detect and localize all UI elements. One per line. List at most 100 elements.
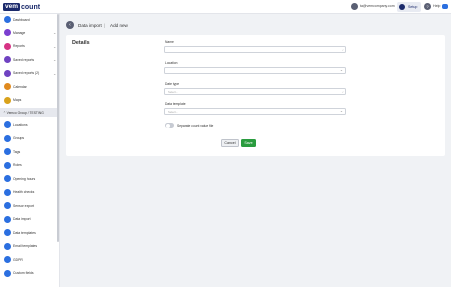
data-template-select[interactable]	[164, 107, 346, 115]
name-field[interactable]	[164, 45, 346, 53]
sidebar-item-label: Maps	[13, 98, 22, 102]
date-type-placeholder: Select...	[168, 89, 179, 94]
setup-icon	[399, 4, 405, 10]
user-email[interactable]: ta@vemcompany.com	[360, 4, 395, 8]
chevron-down-icon: ⌄	[53, 30, 57, 35]
sidebar-item-label: Reports	[13, 44, 25, 48]
sidebar-item-manage[interactable]: Manage ⌄	[0, 27, 58, 39]
sidebar-item-sensor-export[interactable]: Sensor export	[0, 200, 58, 212]
sidebar-item-label: Saved reports	[13, 57, 35, 62]
sidebar-item-tags[interactable]: Tags	[0, 146, 58, 158]
sidebar-item-label: Calendar	[13, 84, 27, 89]
location-label: Location	[165, 61, 178, 65]
help-icon[interactable]: ?	[424, 3, 431, 10]
logo-vem: vem	[3, 3, 21, 11]
template-icon	[4, 229, 11, 236]
section-title: Details	[72, 40, 90, 46]
sidebar-item-data-templates[interactable]: Data templates	[0, 227, 58, 239]
chevron-down-icon: ⌄	[53, 70, 57, 76]
back-button[interactable]: ‹	[66, 21, 74, 29]
chevron-down-icon: ⌄	[53, 57, 57, 62]
health-icon	[4, 188, 11, 196]
sidebar-item-groups[interactable]: Groups	[0, 133, 58, 145]
location-icon	[4, 121, 11, 128]
details-card: Details Name ⌟ Location ⌄ Date type Sele…	[66, 35, 445, 156]
tag-icon	[4, 148, 11, 155]
maps-icon	[4, 96, 11, 104]
breadcrumb-current[interactable]: Data import	[78, 23, 102, 28]
sidebar-item-roles[interactable]: Roles	[0, 160, 58, 172]
sidebar-scrollbar[interactable]	[57, 14, 59, 242]
sidebar-item-label: Health checks	[13, 190, 35, 194]
separate-count-toggle[interactable]	[165, 123, 174, 128]
sidebar-group-header[interactable]: ⌃ Vemco Group / TESTING	[0, 108, 58, 117]
sidebar-item-health-checks[interactable]: Health checks	[0, 187, 58, 199]
vemcount-logo[interactable]: vem count	[3, 2, 40, 12]
sidebar-item-label: Manage	[13, 30, 26, 35]
sidebar-item-dashboard[interactable]: Dashboard	[0, 14, 58, 26]
sidebar-item-label: Saved reports (2)	[13, 71, 40, 75]
saved-reports-icon	[4, 56, 11, 63]
separate-count-label: Separate count value file	[177, 123, 214, 128]
export-icon	[4, 202, 11, 209]
sidebar-item-label: Email templates	[13, 244, 38, 248]
sidebar-item-saved-reports[interactable]: Saved reports ⌄	[0, 54, 58, 66]
clock-icon	[4, 175, 11, 182]
page-title: Add new	[110, 23, 128, 28]
sidebar-item-label: Opening hours	[13, 176, 36, 181]
sidebar-item-maps[interactable]: Maps	[0, 95, 58, 107]
sidebar-item-email-templates[interactable]: Email templates	[0, 241, 58, 253]
sidebar-item-custom-fields[interactable]: Custom fields	[0, 268, 58, 280]
name-label: Name	[165, 40, 174, 44]
breadcrumb-separator: |	[104, 23, 106, 28]
sidebar-item-opening-hours[interactable]: Opening hours	[0, 173, 58, 185]
setup-button[interactable]: Setup	[397, 2, 421, 12]
sidebar-item-data-import[interactable]: Data import	[0, 214, 58, 226]
sidebar-item-saved-reports-2[interactable]: Saved reports (2) ⌄	[0, 68, 58, 80]
help-badge	[442, 4, 448, 9]
sidebar-item-label: Data import	[13, 217, 31, 221]
date-type-label: Date type	[165, 82, 180, 86]
top-bar: vem count ta@vemcompany.com Setup ? Help	[0, 0, 451, 14]
resize-corner-icon: ⌟	[342, 47, 344, 51]
sidebar-item-gdpr[interactable]: GDPR	[0, 254, 58, 266]
logo-count: count	[21, 3, 41, 11]
sidebar-item-calendar[interactable]: Calendar	[0, 81, 58, 93]
email-icon	[4, 242, 11, 250]
help-label[interactable]: Help	[433, 4, 440, 8]
sidebar-item-label: Custom fields	[13, 271, 34, 275]
data-template-label: Data template	[165, 102, 186, 106]
saved-reports-icon	[4, 69, 11, 77]
sidebar-item-label: Data templates	[13, 230, 36, 235]
resize-corner-icon: ⌟	[342, 88, 344, 93]
sidebar-group-label: ⌃ Vemco Group / TESTING	[3, 110, 44, 115]
sidebar: Dashboard Manage ⌄ Reports ⌄ Saved repor…	[0, 14, 60, 287]
roles-icon	[4, 161, 11, 169]
date-type-select[interactable]	[164, 87, 346, 95]
dashboard-icon	[4, 16, 11, 23]
setup-label: Setup	[408, 5, 418, 9]
cancel-button[interactable]: Cancel	[221, 139, 239, 147]
save-button[interactable]: Save	[241, 139, 256, 147]
import-icon	[4, 215, 11, 223]
sidebar-item-label: Roles	[13, 163, 22, 167]
sidebar-item-label: Sensor export	[13, 203, 35, 208]
location-select[interactable]	[164, 66, 346, 74]
sidebar-item-label: Tags	[13, 149, 21, 154]
shield-icon	[4, 256, 11, 263]
sidebar-item-reports[interactable]: Reports ⌄	[0, 41, 58, 53]
chevron-down-icon: ⌄	[53, 43, 57, 49]
user-avatar-icon[interactable]	[351, 3, 358, 10]
manage-icon	[4, 29, 11, 36]
groups-icon	[4, 134, 11, 142]
toggle-knob	[165, 123, 170, 128]
chevron-down-icon: ⌄	[340, 108, 344, 113]
sidebar-item-label: Dashboard	[13, 17, 30, 22]
fields-icon	[4, 269, 11, 277]
reports-icon	[4, 42, 11, 50]
chevron-down-icon: ⌄	[340, 67, 344, 72]
sidebar-item-label: GDPR	[13, 257, 23, 262]
sidebar-item-locations[interactable]: Locations	[0, 119, 58, 131]
sidebar-item-label: Locations	[13, 122, 28, 127]
data-template-placeholder: Select...	[168, 109, 179, 114]
